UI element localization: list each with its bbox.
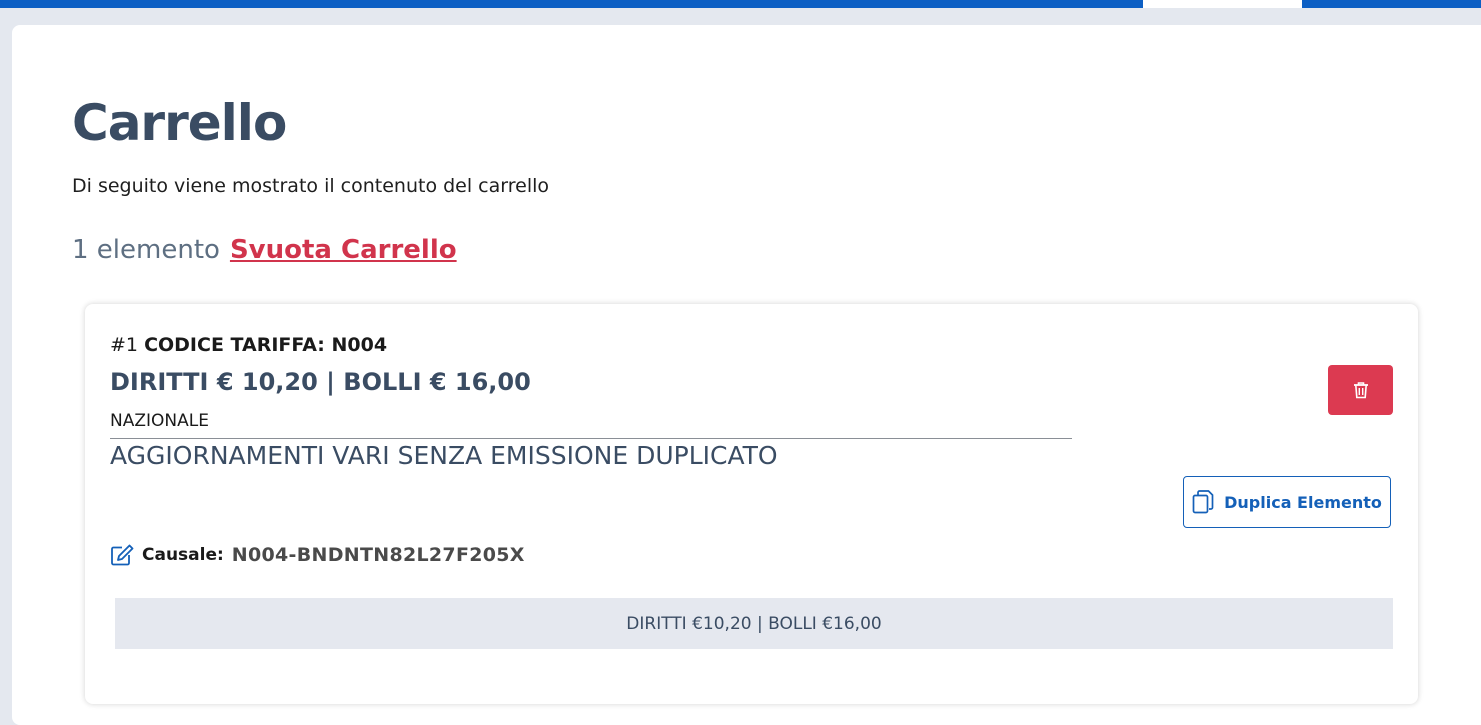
cart-item-count: 1 elemento bbox=[72, 235, 220, 265]
item-heading: #1 CODICE TARIFFA: N004 bbox=[110, 334, 387, 356]
delete-item-button[interactable] bbox=[1328, 365, 1393, 415]
duplicate-item-label: Duplica Elemento bbox=[1224, 492, 1382, 512]
cart-item-card: #1 CODICE TARIFFA: N004 DIRITTI € 10,20 … bbox=[85, 304, 1418, 704]
duplicate-item-button[interactable]: Duplica Elemento bbox=[1183, 476, 1391, 528]
item-index: #1 bbox=[110, 334, 139, 356]
empty-cart-link[interactable]: Svuota Carrello bbox=[230, 235, 457, 265]
item-code: CODICE TARIFFA: N004 bbox=[144, 334, 388, 356]
copy-icon bbox=[1192, 490, 1214, 514]
cart-count-row: 1 elemento Svuota Carrello bbox=[72, 231, 457, 269]
trash-icon bbox=[1353, 382, 1368, 399]
top-nav-active-tab[interactable] bbox=[1143, 0, 1302, 8]
item-summary-text: DIRITTI €10,20 | BOLLI €16,00 bbox=[626, 613, 882, 634]
page-subtitle: Di seguito viene mostrato il contenuto d… bbox=[72, 175, 550, 197]
item-scope: NAZIONALE bbox=[110, 411, 209, 431]
item-amounts: DIRITTI € 10,20 | BOLLI € 16,00 bbox=[110, 368, 531, 396]
causale-value: N004-BNDNTN82L27F205X bbox=[231, 544, 525, 566]
item-summary-bar: DIRITTI €10,20 | BOLLI €16,00 bbox=[115, 598, 1393, 649]
causale-label: Causale: bbox=[142, 545, 224, 565]
page-title: Carrello bbox=[72, 94, 287, 152]
item-divider bbox=[110, 438, 1072, 439]
causale-row: Causale: N004-BNDNTN82L27F205X bbox=[110, 544, 525, 566]
item-description: AGGIORNAMENTI VARI SENZA EMISSIONE DUPLI… bbox=[110, 441, 778, 470]
edit-icon[interactable] bbox=[110, 544, 134, 566]
